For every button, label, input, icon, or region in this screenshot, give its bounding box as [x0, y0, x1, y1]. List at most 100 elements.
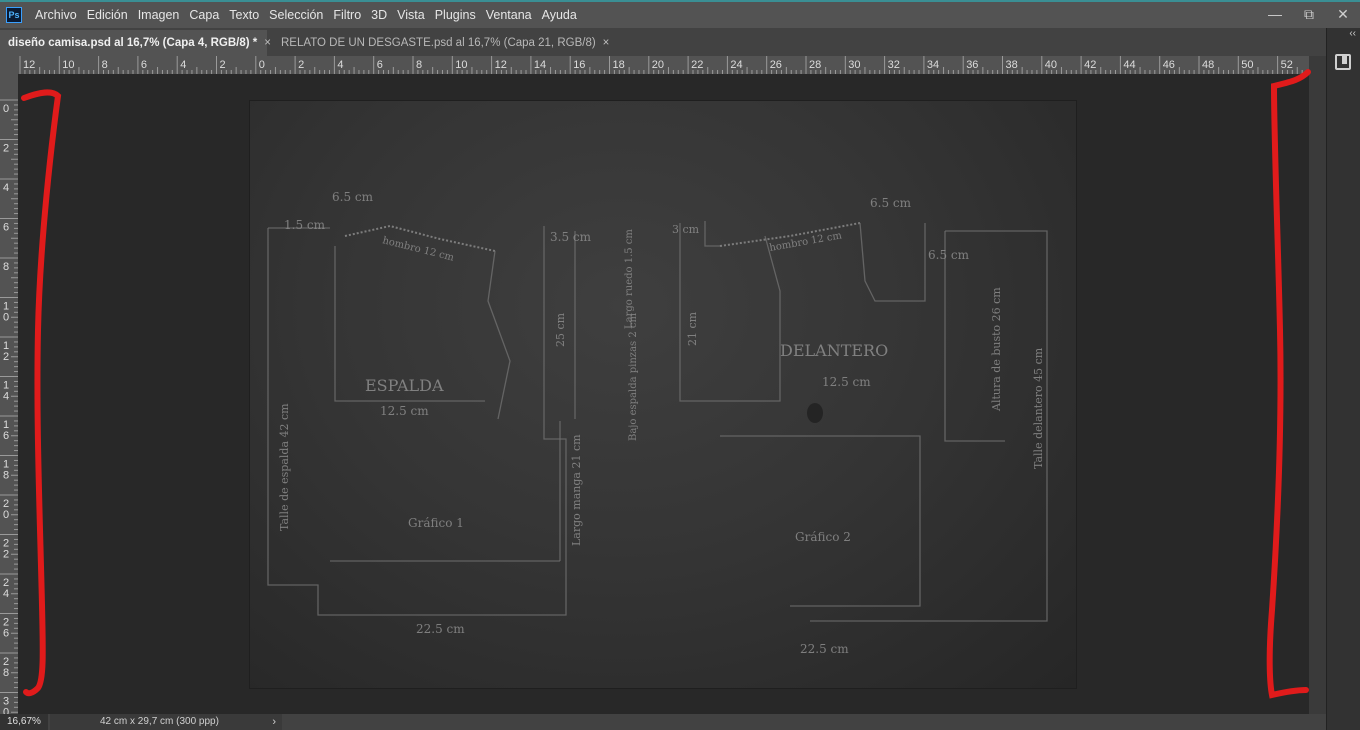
tab-close-icon[interactable]: ×	[603, 30, 610, 56]
ruler-label: 2	[3, 351, 9, 363]
ruler-label: 8	[3, 470, 9, 482]
ruler-label: 0	[259, 59, 265, 71]
canvas-label: 12.5 cm	[380, 404, 429, 418]
ruler-label: 4	[180, 59, 186, 71]
ruler-label: 18	[613, 59, 625, 71]
ruler-label: 12	[23, 59, 35, 71]
menu-edicion[interactable]: Edición	[82, 8, 133, 22]
document-tab-bar: diseño camisa.psd al 16,7% (Capa 4, RGB/…	[0, 28, 1326, 56]
ruler-label: 28	[809, 59, 821, 71]
menu-ventana[interactable]: Ventana	[481, 8, 537, 22]
ruler-label: 2	[298, 59, 304, 71]
ruler-label: 34	[927, 59, 939, 71]
canvas-label: Largo manga 21 cm	[570, 434, 583, 546]
ruler-label: 4	[3, 182, 9, 194]
menu-vista[interactable]: Vista	[392, 8, 430, 22]
ruler-label: 6	[3, 628, 9, 640]
ruler-label: 38	[1006, 59, 1018, 71]
canvas-workspace[interactable]: 6.5 cm 1.5 cm hombro 12 cm 3.5 cm ESPALD…	[18, 74, 1309, 714]
ruler-origin[interactable]	[0, 56, 18, 74]
document-size-text: 42 cm x 29,7 cm (300 ppp)	[100, 716, 219, 727]
ruler-label: 10	[62, 59, 74, 71]
ruler-label: 0	[3, 509, 9, 521]
menu-capa[interactable]: Capa	[184, 8, 224, 22]
ruler-label: 36	[966, 59, 978, 71]
ruler-label: 20	[652, 59, 664, 71]
minimize-button[interactable]: —	[1258, 2, 1292, 28]
vertical-ruler[interactable]: 024681012141618202224262830	[0, 74, 18, 714]
canvas-label: 3.5 cm	[550, 230, 592, 244]
tab-relato-desgaste[interactable]: RELATO DE UN DESGASTE.psd al 16,7% (Capa…	[273, 30, 609, 56]
canvas-label: 22.5 cm	[800, 642, 849, 656]
ruler-label: 8	[416, 59, 422, 71]
collapsed-panel-dock: ‹‹	[1326, 28, 1360, 730]
ruler-label: 4	[3, 588, 9, 600]
canvas-label: Gráfico 2	[795, 530, 851, 544]
horizontal-ruler-ticks: 12 10 8 6 4 2 0 2 4 6 8 10 12 14 16 18 20 22 24 26 28 30 32 34 3…	[19, 56, 1308, 74]
window-controls: — ⧉ ✕	[1258, 2, 1360, 28]
ruler-label: 26	[770, 59, 782, 71]
canvas-label: 3 cm	[672, 223, 700, 236]
ruler-label: 32	[888, 59, 900, 71]
document-info[interactable]: 42 cm x 29,7 cm (300 ppp) ›	[50, 714, 282, 730]
chalk-smudge	[807, 403, 823, 423]
ruler-label: 42	[1084, 59, 1096, 71]
ruler-label: 6	[377, 59, 383, 71]
expand-panels-icon[interactable]: ‹‹	[1349, 28, 1356, 39]
horizontal-ruler[interactable]: 12 10 8 6 4 2 0 2 4 6 8 10 12 14 16 18 20 22 24 26 28 30 32 34 3…	[18, 56, 1309, 74]
ruler-label: 24	[730, 59, 742, 71]
ruler-label: 52	[1281, 59, 1293, 71]
ruler-label: 4	[337, 59, 343, 71]
ruler-label: 2	[3, 549, 9, 561]
canvas-label: Altura de busto 26 cm	[990, 287, 1003, 412]
ruler-label: 8	[3, 667, 9, 679]
ruler-label: 0	[3, 707, 9, 715]
armhole-line	[487, 250, 511, 420]
menu-bar: Ps Archivo Edición Imagen Capa Texto Sel…	[0, 0, 1360, 28]
ruler-label: 16	[573, 59, 585, 71]
pattern-outline	[267, 226, 567, 616]
ruler-label: 14	[534, 59, 546, 71]
canvas-label: 12.5 cm	[822, 375, 871, 389]
ruler-label: 0	[3, 103, 9, 115]
menu-3d[interactable]: 3D	[366, 8, 392, 22]
ruler-label: 8	[3, 261, 9, 273]
tab-diseno-camisa[interactable]: diseño camisa.psd al 16,7% (Capa 4, RGB/…	[0, 30, 271, 56]
canvas-label: 21 cm	[686, 311, 699, 346]
vertical-ruler-ticks: 024681012141618202224262830	[0, 99, 18, 715]
menu-seleccion[interactable]: Selección	[264, 8, 328, 22]
canvas-label: 25 cm	[554, 312, 567, 347]
canvas-label: Talle delantero 45 cm	[1032, 347, 1045, 469]
canvas-label: Talle de espalda 42 cm	[278, 403, 291, 531]
ruler-label: 12	[495, 59, 507, 71]
restore-button[interactable]: ⧉	[1292, 2, 1326, 28]
ruler-label: 22	[691, 59, 703, 71]
ruler-label: 4	[3, 391, 9, 403]
pattern-outline	[720, 435, 921, 607]
status-bar: 16,67% 42 cm x 29,7 cm (300 ppp) ›	[0, 714, 1326, 730]
canvas-label: DELANTERO	[780, 341, 888, 360]
close-window-button[interactable]: ✕	[1326, 2, 1360, 28]
canvas-label: hombro 12 cm	[381, 235, 455, 264]
zoom-level-field[interactable]: 16,67%	[0, 714, 48, 730]
ruler-label: 6	[3, 430, 9, 442]
chevron-right-icon[interactable]: ›	[272, 714, 276, 730]
menu-filtro[interactable]: Filtro	[328, 8, 366, 22]
ruler-label: 30	[848, 59, 860, 71]
pattern-outline	[810, 230, 1048, 622]
tab-close-icon[interactable]: ×	[264, 30, 271, 56]
canvas-label: Gráfico 1	[408, 516, 464, 530]
photoshop-logo-icon: Ps	[6, 7, 22, 23]
properties-panel-icon[interactable]	[1335, 54, 1351, 70]
menu-plugins[interactable]: Plugins	[430, 8, 481, 22]
menu-ayuda[interactable]: Ayuda	[537, 8, 582, 22]
ruler-label: 48	[1202, 59, 1214, 71]
vertical-scrollbar[interactable]	[1309, 56, 1326, 714]
menu-imagen[interactable]: Imagen	[133, 8, 185, 22]
menu-archivo[interactable]: Archivo	[30, 8, 82, 22]
menu-texto[interactable]: Texto	[224, 8, 264, 22]
ruler-label: 40	[1045, 59, 1057, 71]
document-canvas[interactable]: 6.5 cm 1.5 cm hombro 12 cm 3.5 cm ESPALD…	[250, 101, 1076, 688]
ruler-label: 44	[1123, 59, 1135, 71]
canvas-label: 22.5 cm	[416, 622, 465, 636]
